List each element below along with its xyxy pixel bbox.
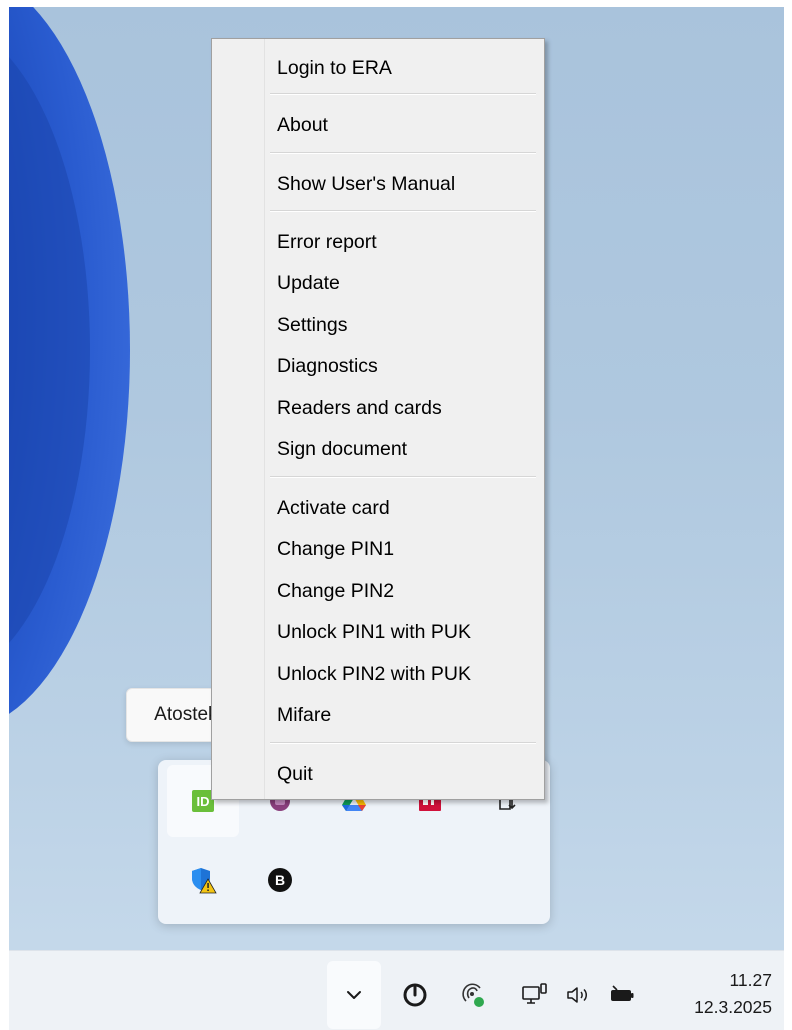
menu-item-login-to-era[interactable]: Login to ERA bbox=[268, 49, 538, 87]
menu-separator bbox=[270, 210, 536, 212]
b-app-tray-icon[interactable]: B bbox=[244, 844, 316, 916]
power-app-tray-button[interactable] bbox=[393, 961, 437, 1029]
menu-item-sign-document[interactable]: Sign document bbox=[268, 430, 538, 468]
defender-tray-icon[interactable] bbox=[167, 844, 239, 916]
volume-tray-button[interactable] bbox=[561, 961, 597, 1029]
taskbar-clock[interactable]: 11.27 12.3.2025 bbox=[672, 967, 772, 1021]
menu-item-settings[interactable]: Settings bbox=[268, 306, 538, 344]
battery-tray-button[interactable] bbox=[605, 961, 639, 1029]
screenshot-frame-left bbox=[0, 0, 9, 1029]
menu-item-label: Login to ERA bbox=[277, 56, 392, 79]
menu-item-mifare[interactable]: Mifare bbox=[268, 696, 538, 734]
menu-item-label: Mifare bbox=[277, 703, 332, 726]
network-status-tray-button[interactable] bbox=[451, 961, 495, 1029]
svg-text:B: B bbox=[275, 872, 285, 888]
tray-context-menu: Login to ERA About Show User's Manual Er… bbox=[211, 38, 545, 800]
menu-item-diagnostics[interactable]: Diagnostics bbox=[268, 347, 538, 385]
menu-item-label: Unlock PIN1 with PUK bbox=[277, 620, 471, 643]
monitor-icon bbox=[522, 983, 547, 1004]
show-hidden-icons-button[interactable] bbox=[327, 961, 381, 1029]
menu-separator bbox=[270, 742, 536, 744]
clock-time: 11.27 bbox=[729, 970, 773, 990]
menu-separator bbox=[270, 476, 536, 478]
menu-item-error-report[interactable]: Error report bbox=[268, 223, 538, 261]
wallpaper-bloom bbox=[0, 0, 130, 720]
menu-item-label: Diagnostics bbox=[277, 354, 378, 377]
power-app-icon bbox=[403, 983, 427, 1007]
menu-item-label: Settings bbox=[277, 313, 348, 336]
menu-item-label: Unlock PIN2 with PUK bbox=[277, 662, 471, 685]
menu-item-label: Error report bbox=[277, 230, 377, 253]
b-app-icon: B bbox=[268, 868, 292, 892]
menu-item-label: Readers and cards bbox=[277, 396, 442, 419]
speaker-icon bbox=[567, 987, 587, 1003]
menu-item-readers-and-cards[interactable]: Readers and cards bbox=[268, 389, 538, 427]
menu-item-change-pin1[interactable]: Change PIN1 bbox=[268, 530, 538, 568]
battery-icon bbox=[611, 985, 634, 1001]
menu-item-label: Change PIN1 bbox=[277, 537, 395, 560]
menu-item-change-pin2[interactable]: Change PIN2 bbox=[268, 572, 538, 610]
menu-item-label: Change PIN2 bbox=[277, 579, 395, 602]
menu-item-unlock-pin2-with-puk[interactable]: Unlock PIN2 with PUK bbox=[268, 655, 538, 693]
chevron-down-icon bbox=[347, 991, 361, 999]
menu-item-about[interactable]: About bbox=[268, 106, 538, 144]
screenshot-frame-right bbox=[784, 0, 792, 1029]
screenshot-frame-top bbox=[0, 0, 792, 7]
menu-item-label: Activate card bbox=[277, 496, 390, 519]
menu-item-activate-card[interactable]: Activate card bbox=[268, 489, 538, 527]
menu-item-label: Sign document bbox=[277, 437, 408, 460]
menu-item-label: Show User's Manual bbox=[277, 172, 456, 195]
menu-item-quit[interactable]: Quit bbox=[268, 755, 538, 793]
menu-item-label: About bbox=[277, 113, 328, 136]
menu-item-update[interactable]: Update bbox=[268, 264, 538, 302]
menu-separator bbox=[270, 93, 536, 95]
defender-warning-icon bbox=[192, 868, 217, 894]
menu-icon-gutter bbox=[212, 39, 265, 799]
menu-item-unlock-pin1-with-puk[interactable]: Unlock PIN1 with PUK bbox=[268, 613, 538, 651]
network-status-icon bbox=[462, 983, 484, 1007]
menu-item-label: Quit bbox=[277, 762, 313, 785]
menu-separator bbox=[270, 152, 536, 154]
svg-text:ID: ID bbox=[197, 794, 210, 809]
network-tray-button[interactable] bbox=[515, 961, 555, 1029]
taskbar: 11.27 12.3.2025 bbox=[9, 950, 784, 1030]
clock-date: 12.3.2025 bbox=[694, 997, 772, 1017]
menu-item-label: Update bbox=[277, 271, 340, 294]
menu-item-show-users-manual[interactable]: Show User's Manual bbox=[268, 165, 538, 203]
